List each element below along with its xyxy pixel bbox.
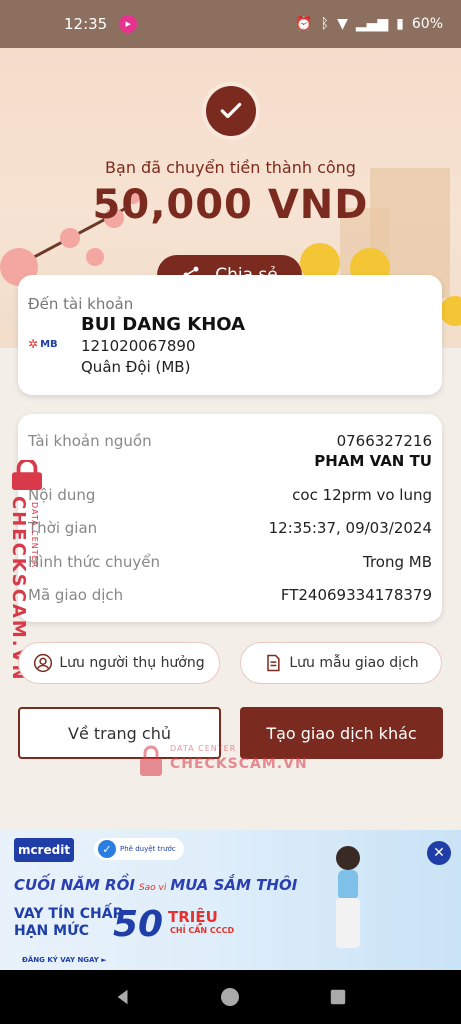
mb-bank-logo: ✲ MB (28, 337, 58, 351)
check-badge-icon: ✓ (98, 840, 116, 858)
app-notification-icon: ▶ (119, 15, 138, 33)
battery-icon: ▮ (396, 16, 404, 32)
recipient-card: Đến tài khoản ✲ MB BUI DANG KHOA 1210200… (18, 275, 442, 395)
content-value: coc 12prm vo lung (292, 486, 432, 504)
bluetooth-icon: ᛒ (320, 16, 330, 32)
watermark-center-text: CHECKSCAM.VN (170, 756, 308, 772)
recents-icon[interactable] (329, 988, 347, 1006)
source-account-name: PHAM VAN TU (314, 452, 432, 470)
source-account-label: Tài khoản nguồn (28, 432, 152, 450)
recipient-label: Đến tài khoản (28, 295, 134, 313)
ad-close-button[interactable]: ✕ (427, 841, 451, 865)
blossom-decoration (60, 228, 80, 248)
signal-icon: ▂▄▆ (355, 16, 389, 32)
recipient-bank-name: Quân Đội (MB) (81, 358, 191, 376)
source-account-value: 0766327216 (336, 432, 432, 450)
ad-loan-text: VAY TÍN CHẤP HẠN MỨC (14, 906, 123, 939)
success-message: Bạn đã chuyển tiền thành công (105, 158, 356, 177)
lock-icon (12, 460, 42, 490)
watermark-center-subtext: DATA CENTER (170, 744, 237, 753)
save-template-button[interactable]: Lưu mẫu giao dịch (240, 642, 442, 684)
approved-badge: ✓ Phê duyệt trước (94, 838, 184, 860)
time-value: 12:35:37, 09/03/2024 (268, 519, 432, 537)
ad-banner[interactable]: mcredit ✓ Phê duyệt trước CUỐI NĂM RỒI Sa… (0, 830, 461, 970)
document-icon (267, 654, 280, 672)
star-icon: ✲ (28, 337, 39, 351)
ad-cccd-text: CHỈ CẦN CCCD (170, 926, 235, 935)
checkscam-watermark-center: DATA CENTER CHECKSCAM.VN (138, 742, 307, 782)
ad-loan-unit: TRIỆU (168, 908, 218, 926)
blossom-decoration (86, 248, 104, 266)
ad-register-cta[interactable]: ĐĂNG KÝ VAY NGAY ► (22, 956, 107, 964)
battery-percent: 60% (411, 16, 443, 32)
yellow-flower-decoration (440, 296, 461, 326)
home-icon[interactable] (220, 987, 240, 1007)
ad-loan-amount: 50 (113, 904, 164, 945)
save-template-label: Lưu mẫu giao dịch (289, 655, 419, 671)
transfer-amount: 50,000 VND (92, 182, 369, 228)
user-icon (34, 653, 53, 673)
status-time: 12:35 (64, 15, 108, 33)
checkscam-watermark-vertical: CHECKSCAM.VN DATA CENTER (4, 460, 44, 682)
method-label: Hình thức chuyển (28, 553, 161, 571)
recipient-account-number: 121020067890 (81, 337, 196, 355)
mcredit-logo: mcredit (14, 838, 74, 862)
watermark-vertical-subtext: DATA CENTER (30, 502, 39, 569)
status-icons: ⏰ ᛒ ▼ ▂▄▆ ▮ 60% (295, 16, 443, 32)
success-check-icon (206, 86, 256, 136)
save-recipient-button[interactable]: Lưu người thụ hưởng (18, 642, 220, 684)
transaction-id-value: FT24069334178379 (280, 586, 432, 604)
save-recipient-label: Lưu người thụ hưởng (59, 655, 205, 671)
lock-icon (140, 745, 162, 776)
status-bar: 12:35 ▶ ⏰ ᛒ ▼ ▂▄▆ ▮ 60% (0, 0, 461, 48)
back-icon[interactable] (114, 988, 132, 1006)
alarm-icon: ⏰ (295, 16, 313, 32)
wifi-icon: ▼ (337, 16, 348, 32)
system-navigation-bar (0, 970, 461, 1024)
recipient-name: BUI DANG KHOA (81, 314, 246, 335)
transaction-details-card: Tài khoản nguồn 0766327216 PHAM VAN TU N… (18, 414, 442, 622)
ad-model-image (336, 846, 360, 948)
ad-headline: CUỐI NĂM RỒI Sao vì MUA SẮM THÔI (14, 876, 298, 894)
method-value: Trong MB (362, 553, 432, 571)
